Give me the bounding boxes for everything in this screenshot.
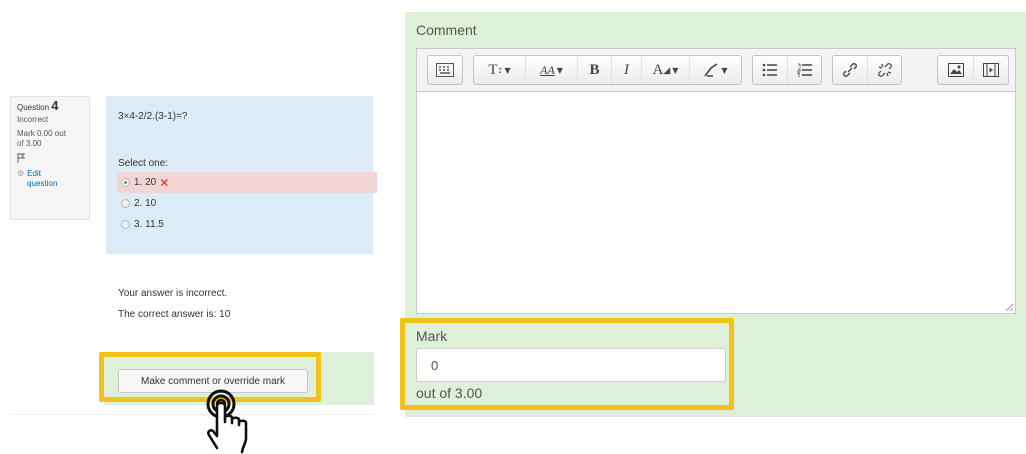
- background-color-icon[interactable]: ▼: [690, 56, 741, 84]
- toolbar-group-more: [427, 55, 463, 85]
- incorrect-x-icon: ✕: [159, 175, 170, 190]
- edit-question-line1: Edit: [27, 169, 41, 178]
- link-icon[interactable]: [833, 56, 868, 84]
- question-number: 4: [51, 98, 59, 113]
- bold-icon[interactable]: B: [578, 56, 612, 84]
- answer-option-2[interactable]: 2. 10: [117, 193, 361, 214]
- resize-handle-icon[interactable]: [1005, 303, 1013, 311]
- question-mark-line1: Mark 0.00 out: [17, 129, 66, 138]
- toolbar-group-lists: [752, 55, 822, 85]
- unlink-icon[interactable]: [868, 56, 901, 84]
- insert-media-icon[interactable]: [974, 56, 1008, 84]
- flag-question-icon[interactable]: [17, 153, 83, 166]
- question-mark-line2: of 3.00: [17, 139, 42, 148]
- font-color-icon[interactable]: A ◢ ▼: [642, 56, 690, 84]
- insert-image-icon[interactable]: [938, 56, 974, 84]
- edit-question-line2: question: [27, 179, 58, 188]
- paragraph-styles-icon[interactable]: T ↕ ▼: [474, 56, 526, 84]
- font-size-icon[interactable]: AA ▼: [526, 56, 578, 84]
- question-mark: Mark 0.00 out of 3.00: [17, 129, 83, 149]
- answer-feedback: Your answer is incorrect. The correct an…: [118, 283, 230, 325]
- mark-out-of: out of 3.00: [416, 385, 483, 401]
- answer-option-3[interactable]: 3. 11.5: [117, 214, 361, 235]
- question-text: 3×4-2/2.(3-1)=?: [118, 111, 188, 122]
- divider: [10, 414, 374, 415]
- mark-label: Mark: [416, 328, 448, 344]
- editor-toolbar: T ↕ ▼ AA ▼ B I A ◢ ▼ ▼: [416, 48, 1016, 92]
- answer-option-label: 3. 11.5: [134, 219, 164, 230]
- gear-icon: ⚙: [17, 169, 25, 178]
- toolbar-group-media: [937, 55, 1009, 85]
- question-number-heading: Question 4: [17, 98, 83, 113]
- correct-answer: The correct answer is: 10: [118, 309, 231, 320]
- radio-unchecked-icon[interactable]: [121, 220, 130, 229]
- answer-options: 1. 20 ✕ 2. 10 3. 11.5: [117, 172, 377, 235]
- answer-option-1[interactable]: 1. 20 ✕: [117, 172, 377, 193]
- mark-input[interactable]: [416, 348, 726, 382]
- edit-question-link[interactable]: ⚙ Edit question: [17, 169, 83, 189]
- toolbar-group-style: T ↕ ▼ AA ▼ B I A ◢ ▼ ▼: [473, 55, 742, 85]
- comment-editor[interactable]: [416, 92, 1016, 314]
- answer-option-label: 2. 10: [134, 198, 157, 209]
- question-label: Question: [17, 103, 50, 112]
- question-info-panel: Question 4 Incorrect Mark 0.00 out of 3.…: [10, 96, 90, 220]
- feedback-incorrect: Your answer is incorrect.: [118, 288, 228, 299]
- unordered-list-icon[interactable]: [753, 56, 788, 84]
- select-prompt: Select one:: [118, 158, 169, 169]
- question-content: 3×4-2/2.(3-1)=? Select one: 1. 20 ✕ 2. 1…: [106, 96, 377, 254]
- question-state: Incorrect: [17, 115, 49, 124]
- answer-option-label: 1. 20: [134, 177, 157, 188]
- click-hand-icon: [206, 389, 248, 454]
- show-more-buttons-icon[interactable]: [428, 56, 462, 84]
- radio-checked-icon[interactable]: [121, 178, 130, 187]
- radio-unchecked-icon[interactable]: [121, 199, 130, 208]
- ordered-list-icon[interactable]: [788, 56, 821, 84]
- comment-label: Comment: [416, 22, 477, 38]
- italic-icon[interactable]: I: [612, 56, 642, 84]
- toolbar-group-links: [832, 55, 902, 85]
